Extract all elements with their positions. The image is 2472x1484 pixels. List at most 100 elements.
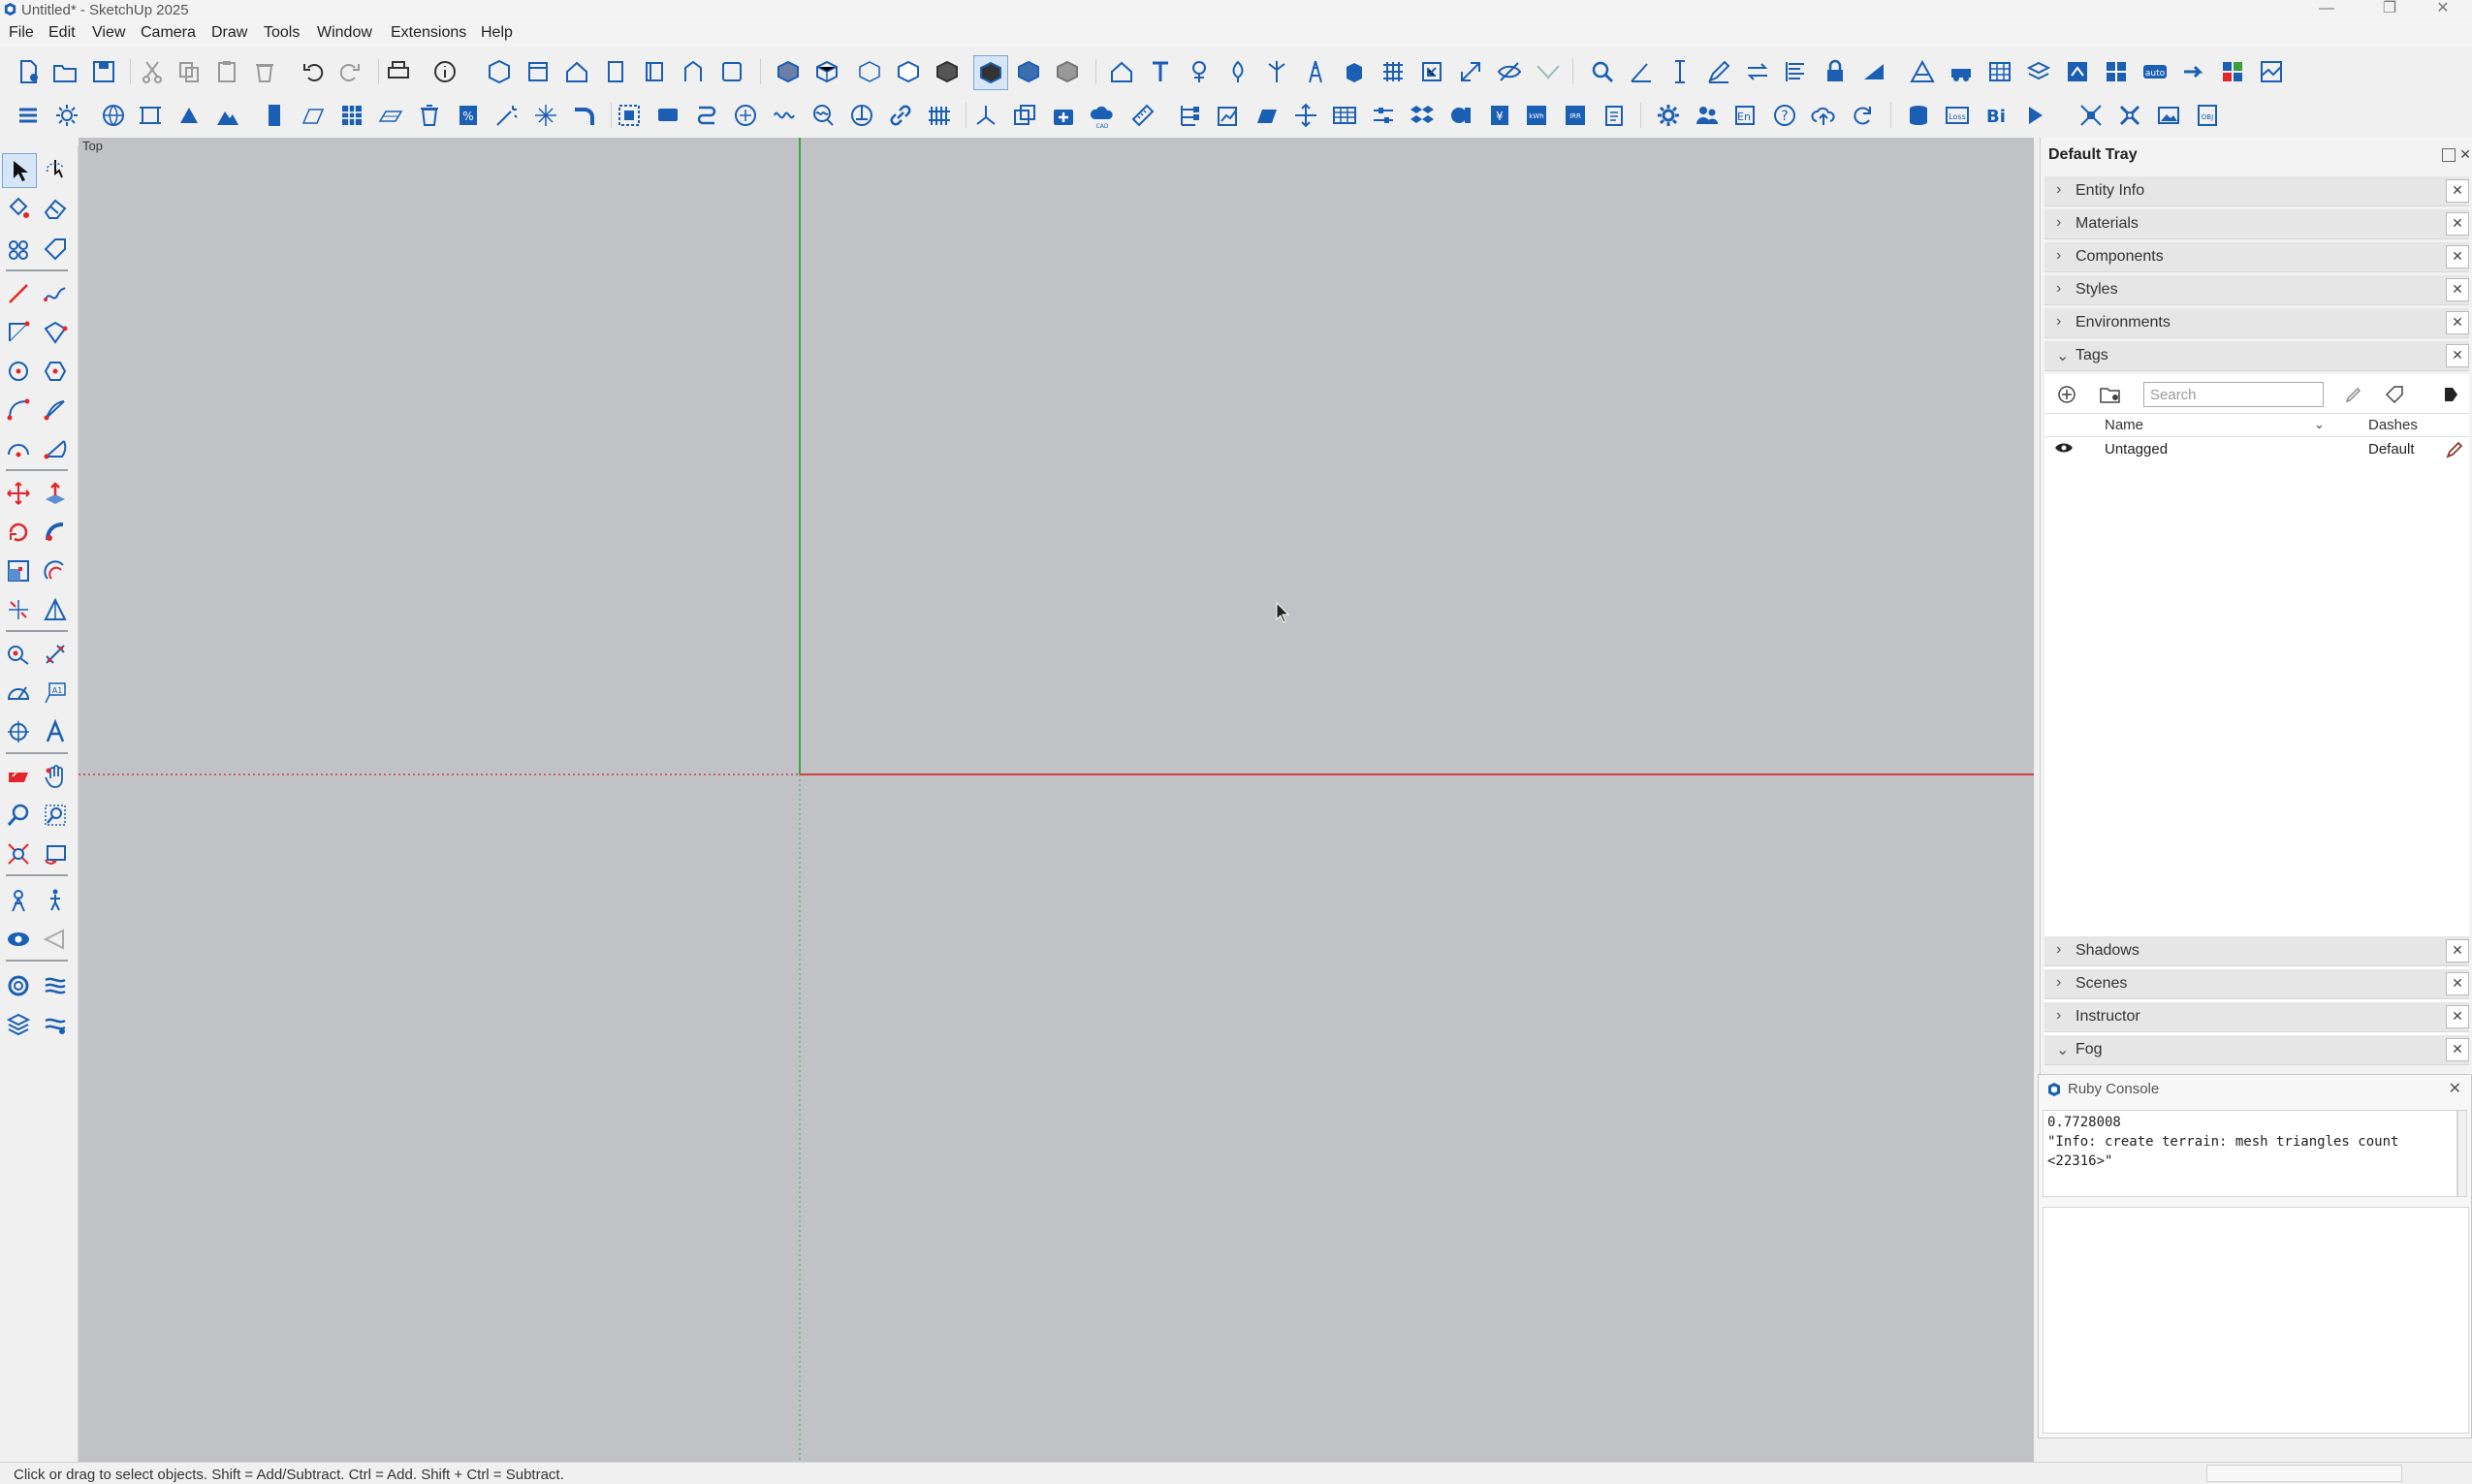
pan-hand-icon[interactable] <box>39 760 72 793</box>
tag-dashes[interactable]: Default <box>2368 441 2415 458</box>
redo-icon[interactable] <box>333 55 366 88</box>
tray-close-icon[interactable]: ✕ <box>2459 146 2471 163</box>
offset-tool-icon[interactable] <box>39 554 72 587</box>
table-row[interactable]: Untagged Default <box>2044 438 2469 461</box>
panel-fog[interactable]: ⌄ Fog ✕ <box>2044 1035 2469 1065</box>
ruby-console-input[interactable] <box>2043 1207 2469 1434</box>
panel-environments[interactable]: › Environments ✕ <box>2044 308 2469 338</box>
rectangle-tool-icon[interactable] <box>2 316 35 349</box>
walk-icon[interactable] <box>39 884 72 917</box>
details-arrow-icon[interactable] <box>2440 384 2461 405</box>
angle-measure-icon[interactable] <box>1625 55 1658 88</box>
tag-color-pencil-icon[interactable] <box>2446 441 2463 463</box>
swap-icon[interactable] <box>1741 55 1774 88</box>
rotated-rectangle-icon[interactable] <box>39 316 72 349</box>
lasso-select-icon[interactable] <box>39 153 72 186</box>
move-tool-icon[interactable] <box>2 477 35 510</box>
offset-box-icon[interactable] <box>1008 99 1041 132</box>
copy-icon[interactable] <box>173 55 206 88</box>
import-icon[interactable] <box>1415 55 1448 88</box>
panel-grid-icon[interactable] <box>335 99 368 132</box>
tower-icon[interactable] <box>1299 55 1332 88</box>
dimension-tool-icon[interactable] <box>39 638 72 671</box>
tag-tool-icon[interactable] <box>2384 384 2405 405</box>
chevron-down-icon[interactable]: ⌄ <box>2314 417 2325 432</box>
close-icon[interactable]: ✕ <box>2446 179 2469 203</box>
push-pull-icon[interactable] <box>39 477 72 510</box>
fence-icon[interactable] <box>923 99 956 132</box>
look-around-icon[interactable] <box>2 923 35 956</box>
hide-icon[interactable] <box>1493 55 1526 88</box>
scale-tool-icon[interactable] <box>2 554 35 587</box>
pyramid-icon[interactable] <box>1906 55 1939 88</box>
follow-me-icon[interactable] <box>39 516 72 549</box>
menu-view[interactable]: View <box>92 24 125 42</box>
chart-box-icon[interactable] <box>1212 99 1245 132</box>
axes-tool-icon[interactable] <box>2 715 35 748</box>
percent-icon[interactable]: % <box>452 99 485 132</box>
model-info-icon[interactable] <box>428 55 461 88</box>
edit-pencil-icon[interactable] <box>1702 55 1735 88</box>
bulb-icon[interactable] <box>173 99 206 132</box>
users-icon[interactable] <box>1691 99 1724 132</box>
zoom-extents-icon[interactable] <box>2 837 35 870</box>
panel-shadows[interactable]: › Shadows ✕ <box>2044 936 2469 966</box>
sparkle-icon[interactable] <box>529 99 562 132</box>
line-tool-icon[interactable] <box>2 277 35 310</box>
flip-tool-icon[interactable] <box>2 593 35 626</box>
sandbox-contours-icon[interactable] <box>39 969 72 1002</box>
warehouse-home-icon[interactable] <box>1105 55 1138 88</box>
language-icon[interactable]: En <box>1729 99 1762 132</box>
kwh-icon[interactable]: kWh <box>1520 99 1553 132</box>
hidden-line-style-icon[interactable] <box>892 55 925 88</box>
shaded-textures-style-icon[interactable] <box>973 55 1008 90</box>
text-tool-icon[interactable] <box>1144 55 1177 88</box>
dropbox-icon[interactable] <box>1406 99 1439 132</box>
front-view-icon[interactable] <box>560 55 593 88</box>
menu-tools[interactable]: Tools <box>264 24 300 42</box>
auto-button-icon[interactable]: auto <box>2139 55 2171 88</box>
curve-road-icon[interactable] <box>568 99 601 132</box>
leaf-icon[interactable] <box>1221 55 1254 88</box>
modeling-viewport[interactable]: Top <box>79 138 2034 1462</box>
close-icon[interactable]: ✕ <box>2446 245 2469 268</box>
ambient-occlusion-icon[interactable] <box>1051 55 1084 88</box>
solid-tools-icon[interactable] <box>39 593 72 626</box>
building-icon[interactable] <box>258 99 291 132</box>
menu-help[interactable]: Help <box>481 24 513 42</box>
mountain-icon[interactable] <box>211 99 244 132</box>
shaded-style-icon[interactable] <box>931 55 964 88</box>
clipboard-icon[interactable] <box>1598 99 1631 132</box>
table-icon[interactable] <box>1983 55 2016 88</box>
protractor-icon[interactable] <box>2 677 35 710</box>
close-icon[interactable]: ✕ <box>2446 344 2469 367</box>
zoom-window-icon[interactable] <box>39 799 72 832</box>
tree-icon[interactable] <box>1183 55 1216 88</box>
menu-extensions[interactable]: Extensions <box>391 24 466 42</box>
menu-camera[interactable]: Camera <box>141 24 196 42</box>
pie-tool-icon[interactable] <box>39 432 72 465</box>
panel-entity-info[interactable]: › Entity Info ✕ <box>2044 176 2469 206</box>
section-plane-icon[interactable] <box>2 760 35 793</box>
close-icon[interactable]: ✕ <box>2446 939 2469 963</box>
play-icon[interactable] <box>2018 99 2051 132</box>
print-icon[interactable] <box>382 55 415 88</box>
split-icon[interactable] <box>1289 99 1322 132</box>
ruby-console-output[interactable]: 0.7728008 "Info: create terrain: mesh tr… <box>2043 1110 2457 1197</box>
wind-turbine-icon[interactable] <box>1260 55 1293 88</box>
color-tiles-icon[interactable] <box>2216 55 2249 88</box>
first-aid-icon[interactable] <box>1047 99 1080 132</box>
two-point-arc-icon[interactable] <box>39 394 72 426</box>
cross-tool-icon[interactable] <box>2113 99 2146 132</box>
menu-window[interactable]: Window <box>317 24 372 42</box>
sun-icon[interactable] <box>50 99 83 132</box>
database-icon[interactable] <box>1902 99 1935 132</box>
field-of-view-icon[interactable] <box>39 923 72 956</box>
component-icon[interactable] <box>2 233 35 266</box>
monochrome-style-icon[interactable] <box>1012 55 1045 88</box>
tag-tool-icon[interactable] <box>39 233 72 266</box>
lock-icon[interactable] <box>1819 55 1852 88</box>
new-file-icon[interactable] <box>12 55 45 88</box>
wireframe-style-icon[interactable] <box>853 55 886 88</box>
close-icon[interactable]: ✕ <box>2446 1038 2469 1061</box>
